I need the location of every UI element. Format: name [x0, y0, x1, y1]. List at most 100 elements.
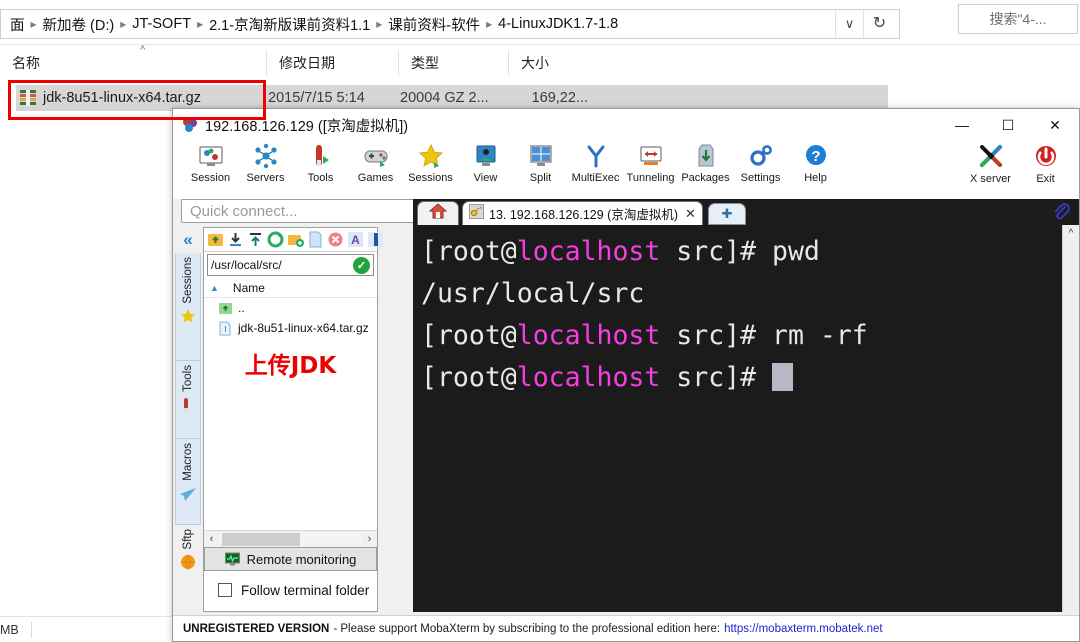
toolbar-button-games[interactable]: Games [348, 141, 403, 184]
sftp-path-input[interactable]: /usr/local/src/ ✓ [207, 254, 374, 276]
terminal-cursor [772, 363, 794, 391]
breadcrumb-item-3[interactable]: 2.1-京淘新版课前资料1.1 [204, 14, 375, 35]
terminal-command: rm -rf [772, 320, 868, 351]
toolbar-label: Games [357, 172, 394, 184]
mobaxterm-title-bar[interactable]: 192.168.126.129 ([京淘虚拟机]) — ☐ ✕ [173, 109, 1079, 141]
toolbar-label: X server [970, 173, 1011, 185]
list-item[interactable]: jdk-8u51-linux-x64.tar.gz [204, 318, 377, 338]
sidebar-item-label: Tools [182, 365, 194, 392]
download-icon[interactable] [227, 231, 244, 248]
sidebar-item-label: Macros [182, 443, 194, 481]
search-input[interactable]: 搜索"4-... [958, 4, 1078, 34]
toolbar-button-x-server[interactable]: X server [963, 142, 1018, 185]
toolbar-button-multiexec[interactable]: MultiExec [568, 141, 623, 184]
explorer-column-headers: 名称 修改日期 类型 大小 [0, 46, 1080, 76]
text-mode-icon[interactable]: A [347, 231, 364, 248]
toolbar-button-settings[interactable]: Settings [733, 141, 788, 184]
chevron-left-icon[interactable]: ‹ [204, 533, 219, 545]
column-header-size[interactable]: 大小 [508, 50, 604, 76]
toolbar-label: Tunneling [626, 172, 675, 184]
games-icon [362, 142, 390, 170]
toolbar-button-exit[interactable]: Exit [1018, 142, 1073, 185]
double-chevron-left-icon[interactable]: « [175, 227, 201, 253]
paper-plane-icon [179, 485, 197, 503]
delete-icon[interactable] [327, 231, 344, 248]
new-file-icon[interactable] [307, 231, 324, 248]
toolbar-label: Split [529, 172, 552, 184]
breadcrumb-item-1[interactable]: 新加卷 (D:) [38, 14, 120, 35]
toolbar-button-packages[interactable]: Packages [678, 141, 733, 184]
remote-monitoring-button[interactable]: Remote monitoring [204, 547, 377, 571]
sidebar-item-sessions[interactable]: Sessions [175, 253, 201, 361]
breadcrumb-item-5[interactable]: 4-LinuxJDK1.7-1.8 [493, 16, 623, 32]
sort-caret-icon: ^ [140, 44, 146, 56]
toolbar-button-view[interactable]: View [458, 141, 513, 184]
upload-icon[interactable] [247, 231, 264, 248]
tab-session-13[interactable]: 13. 192.168.126.129 (京淘虚拟机) ✕ [462, 201, 703, 225]
toolbar-button-help[interactable]: ? Help [788, 141, 843, 184]
explorer-status-text: MB [0, 622, 19, 637]
breadcrumb-item-0[interactable]: 面 [5, 14, 30, 35]
close-button[interactable]: ✕ [1031, 109, 1079, 141]
chevron-down-icon[interactable]: ∨ [835, 10, 863, 38]
quick-connect-input[interactable]: Quick connect... [181, 199, 416, 223]
parent-folder-icon[interactable] [207, 231, 224, 248]
window-controls: — ☐ ✕ [939, 109, 1079, 141]
sidebar-item-tools[interactable]: Tools [175, 361, 201, 439]
file-type-cell: 20004 GZ 2... [400, 90, 489, 106]
view-icon [472, 142, 500, 170]
terminal-scrollbar[interactable]: ^ [1062, 225, 1079, 612]
sftp-list-header[interactable]: ▲ Name [204, 278, 377, 298]
toolbar-button-session[interactable]: Session [183, 141, 238, 184]
follow-terminal-folder-label: Follow terminal folder [241, 582, 370, 598]
breadcrumb-separator-icon: ▸ [376, 17, 383, 31]
screenshot-root: 面 ▸ 新加卷 (D:) ▸ JT-SOFT ▸ 2.1-京淘新版课前资料1.1… [0, 0, 1080, 642]
new-folder-icon[interactable] [287, 231, 304, 248]
toolbar-button-split[interactable]: Split [513, 141, 568, 184]
breadcrumb[interactable]: 面 ▸ 新加卷 (D:) ▸ JT-SOFT ▸ 2.1-京淘新版课前资料1.1… [5, 14, 835, 35]
column-header-name[interactable]: 名称 [0, 50, 266, 76]
new-tab-button[interactable]: ✚ [707, 203, 746, 225]
maximize-button[interactable]: ☐ [985, 109, 1031, 141]
mobaxterm-window: 192.168.126.129 ([京淘虚拟机]) — ☐ ✕ Session [172, 108, 1080, 642]
prompt-host: localhost [516, 320, 661, 351]
terminal-line: [root@localhost src]# pwd [421, 231, 1062, 273]
caret-up-icon[interactable]: ^ [1063, 225, 1079, 241]
sidebar-item-macros[interactable]: Macros [175, 439, 201, 525]
session-icon [197, 142, 225, 170]
tab-home[interactable] [417, 201, 459, 225]
chevron-right-icon[interactable]: › [362, 533, 377, 545]
close-icon[interactable]: ✕ [685, 206, 696, 222]
refresh-icon[interactable] [267, 231, 284, 248]
toolbar-button-tunneling[interactable]: Tunneling [623, 141, 678, 184]
toolbar-button-sessions[interactable]: Sessions [403, 141, 458, 184]
toolbar-button-servers[interactable]: Servers [238, 141, 293, 184]
mobatek-link[interactable]: https://mobaxterm.mobatek.net [724, 623, 883, 635]
status-message: - Please support MobaXterm by subscribin… [333, 622, 721, 635]
terminal-output[interactable]: [root@localhost src]# pwd /usr/local/src… [413, 225, 1062, 612]
paperclip-icon[interactable] [1051, 202, 1071, 222]
binary-mode-icon[interactable] [367, 231, 384, 248]
sftp-horizontal-scrollbar[interactable]: ‹ › [204, 530, 377, 547]
column-header-type[interactable]: 类型 [398, 50, 508, 76]
scrollbar-thumb[interactable] [222, 532, 300, 546]
refresh-icon[interactable]: ↻ [863, 10, 895, 38]
minimize-button[interactable]: — [939, 109, 985, 141]
scrollbar-track[interactable] [219, 532, 362, 546]
follow-terminal-folder-row[interactable]: Follow terminal folder [204, 577, 377, 603]
sidebar-item-sftp[interactable]: Sftp [175, 525, 201, 589]
breadcrumb-item-4[interactable]: 课前资料-软件 [383, 14, 485, 35]
follow-terminal-folder-checkbox[interactable] [218, 583, 232, 597]
address-box[interactable]: 面 ▸ 新加卷 (D:) ▸ JT-SOFT ▸ 2.1-京淘新版课前资料1.1… [0, 9, 900, 39]
list-item-label: .. [238, 301, 245, 315]
breadcrumb-item-2[interactable]: JT-SOFT [127, 16, 196, 32]
sftp-path-value: /usr/local/src/ [211, 258, 282, 272]
terminal-tab-bar: 13. 192.168.126.129 (京淘虚拟机) ✕ ✚ [413, 199, 1079, 225]
list-item[interactable]: .. [204, 298, 377, 318]
breadcrumb-separator-icon: ▸ [30, 17, 37, 31]
toolbar-label: MultiExec [571, 172, 620, 184]
toolbar-button-tools[interactable]: Tools [293, 141, 348, 184]
column-header-date[interactable]: 修改日期 [266, 50, 398, 76]
file-date-cell: 2015/7/15 5:14 [268, 90, 365, 106]
tools-icon [307, 142, 335, 170]
